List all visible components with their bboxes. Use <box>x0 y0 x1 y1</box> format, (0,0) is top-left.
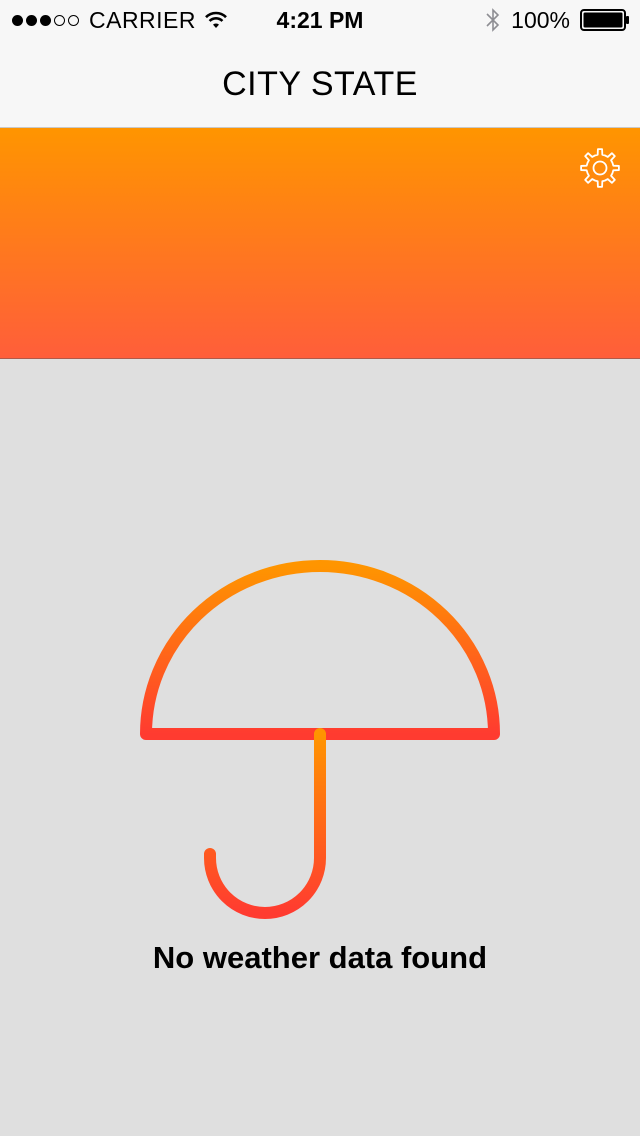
battery-percent: 100% <box>511 6 570 33</box>
empty-state-message: No weather data found <box>152 940 488 975</box>
page-title: CITY STATE <box>222 65 418 103</box>
gear-icon[interactable] <box>578 146 622 190</box>
status-bar: CARRIER 4:21 PM 100% <box>0 0 640 40</box>
navigation-bar: CITY STATE <box>0 40 640 128</box>
weather-header <box>0 128 640 359</box>
battery-icon <box>580 9 629 31</box>
umbrella-icon <box>140 532 500 919</box>
status-bar-right: 100% <box>485 0 630 40</box>
bluetooth-icon <box>486 8 500 32</box>
